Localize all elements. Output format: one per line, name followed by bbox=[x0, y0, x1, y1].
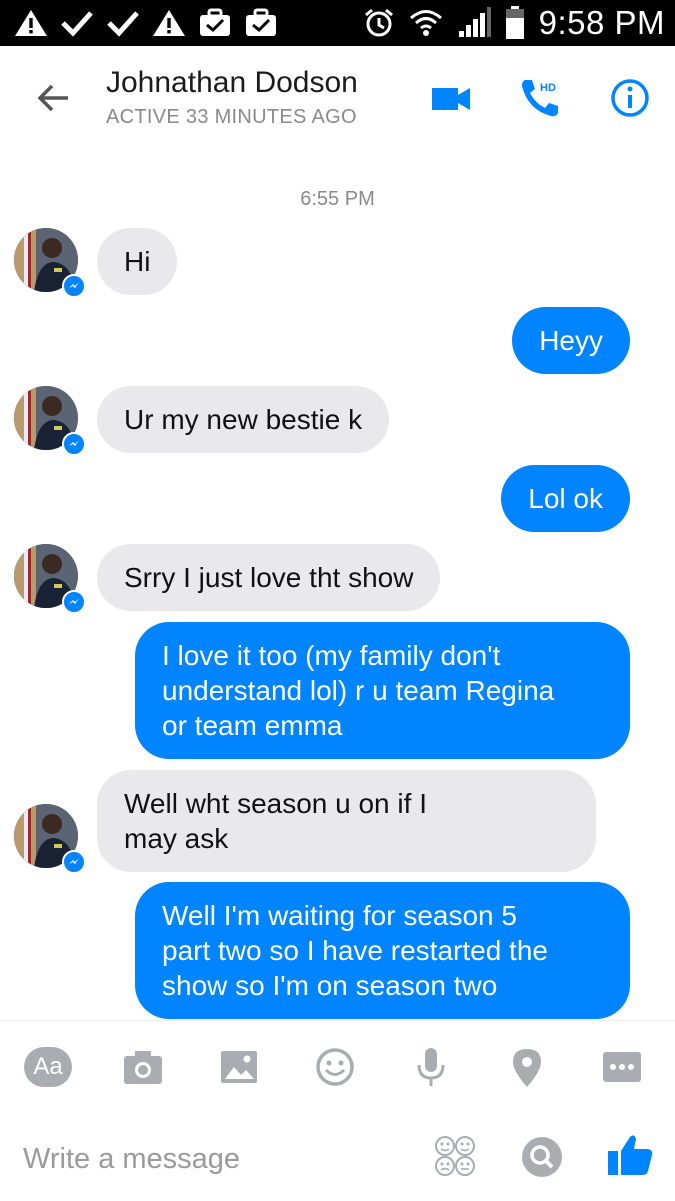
incoming-message[interactable]: Well wht season u on if I may ask bbox=[97, 770, 596, 872]
briefcase-check-icon bbox=[244, 8, 278, 38]
messenger-badge-icon bbox=[62, 274, 86, 298]
location-pin-icon bbox=[513, 1049, 541, 1087]
check-icon bbox=[106, 8, 140, 38]
messenger-badge-icon bbox=[62, 432, 86, 456]
incoming-message[interactable]: Hi bbox=[97, 228, 178, 295]
video-call-button[interactable] bbox=[430, 76, 474, 120]
message-composer: Aa Write a message bbox=[0, 1020, 675, 1201]
location-button[interactable] bbox=[505, 1045, 549, 1089]
check-icon bbox=[60, 8, 94, 38]
search-icon bbox=[522, 1137, 562, 1177]
chat-header: Johnathan Dodson ACTIVE 33 MINUTES AGO H… bbox=[0, 46, 675, 153]
info-icon bbox=[611, 79, 649, 117]
microphone-icon bbox=[417, 1048, 445, 1086]
notification-icons bbox=[14, 6, 278, 40]
outgoing-message[interactable]: I love it too (my family don't understan… bbox=[135, 622, 630, 759]
incoming-message[interactable]: Ur my new bestie k bbox=[97, 386, 390, 453]
camera-icon bbox=[124, 1051, 162, 1084]
back-button[interactable] bbox=[34, 78, 74, 118]
message-thread[interactable]: 6:55 PM Hi Heyy Ur my new bestie k Lol o… bbox=[0, 152, 675, 1020]
alarm-icon bbox=[363, 7, 395, 39]
more-icon bbox=[603, 1052, 641, 1082]
clock: 9:58 PM bbox=[538, 4, 665, 41]
briefcase-check-icon bbox=[198, 8, 232, 38]
status-bar: 9:58 PM bbox=[0, 0, 675, 46]
battery-icon bbox=[505, 6, 525, 40]
messenger-badge-icon bbox=[62, 850, 86, 874]
emoji-button[interactable] bbox=[313, 1045, 357, 1089]
contact-avatar[interactable] bbox=[14, 386, 86, 456]
warning-icon bbox=[152, 8, 186, 38]
back-arrow-icon bbox=[37, 84, 68, 112]
outgoing-message[interactable]: Lol ok bbox=[501, 465, 630, 532]
outgoing-message[interactable]: Well I'm waiting for season 5 part two s… bbox=[135, 882, 630, 1019]
voice-clip-button[interactable] bbox=[409, 1045, 453, 1089]
contact-name[interactable]: Johnathan Dodson bbox=[106, 66, 358, 100]
info-button[interactable] bbox=[608, 76, 652, 120]
system-icons: 9:58 PM bbox=[363, 0, 665, 46]
thumbs-up-icon bbox=[608, 1135, 653, 1175]
contact-avatar[interactable] bbox=[14, 544, 86, 614]
messenger-badge-icon bbox=[62, 590, 86, 614]
camera-button[interactable] bbox=[121, 1045, 165, 1089]
active-status: ACTIVE 33 MINUTES AGO bbox=[106, 106, 357, 128]
warning-icon bbox=[14, 8, 48, 38]
more-button[interactable] bbox=[600, 1045, 644, 1089]
stickers-icon bbox=[435, 1136, 475, 1176]
image-icon bbox=[221, 1051, 257, 1083]
phone-hd-icon: HD bbox=[522, 80, 558, 117]
signal-icon bbox=[457, 7, 491, 39]
svg-text:HD: HD bbox=[540, 82, 556, 94]
text-format-button[interactable]: Aa bbox=[24, 1047, 72, 1087]
contact-avatar[interactable] bbox=[14, 228, 86, 298]
incoming-message[interactable]: Srry I just love tht show bbox=[97, 544, 441, 611]
wifi-icon bbox=[409, 7, 443, 39]
emoji-icon bbox=[316, 1048, 354, 1086]
message-input[interactable]: Write a message bbox=[23, 1139, 403, 1179]
message-timestamp: 6:55 PM bbox=[300, 188, 375, 210]
voice-call-button[interactable]: HD bbox=[518, 76, 562, 120]
outgoing-message[interactable]: Heyy bbox=[512, 307, 630, 374]
stickers-button[interactable] bbox=[432, 1133, 478, 1179]
video-camera-icon bbox=[432, 88, 470, 110]
search-button[interactable] bbox=[520, 1135, 564, 1179]
gallery-button[interactable] bbox=[217, 1045, 261, 1089]
contact-avatar[interactable] bbox=[14, 804, 86, 874]
like-button[interactable] bbox=[606, 1131, 654, 1179]
